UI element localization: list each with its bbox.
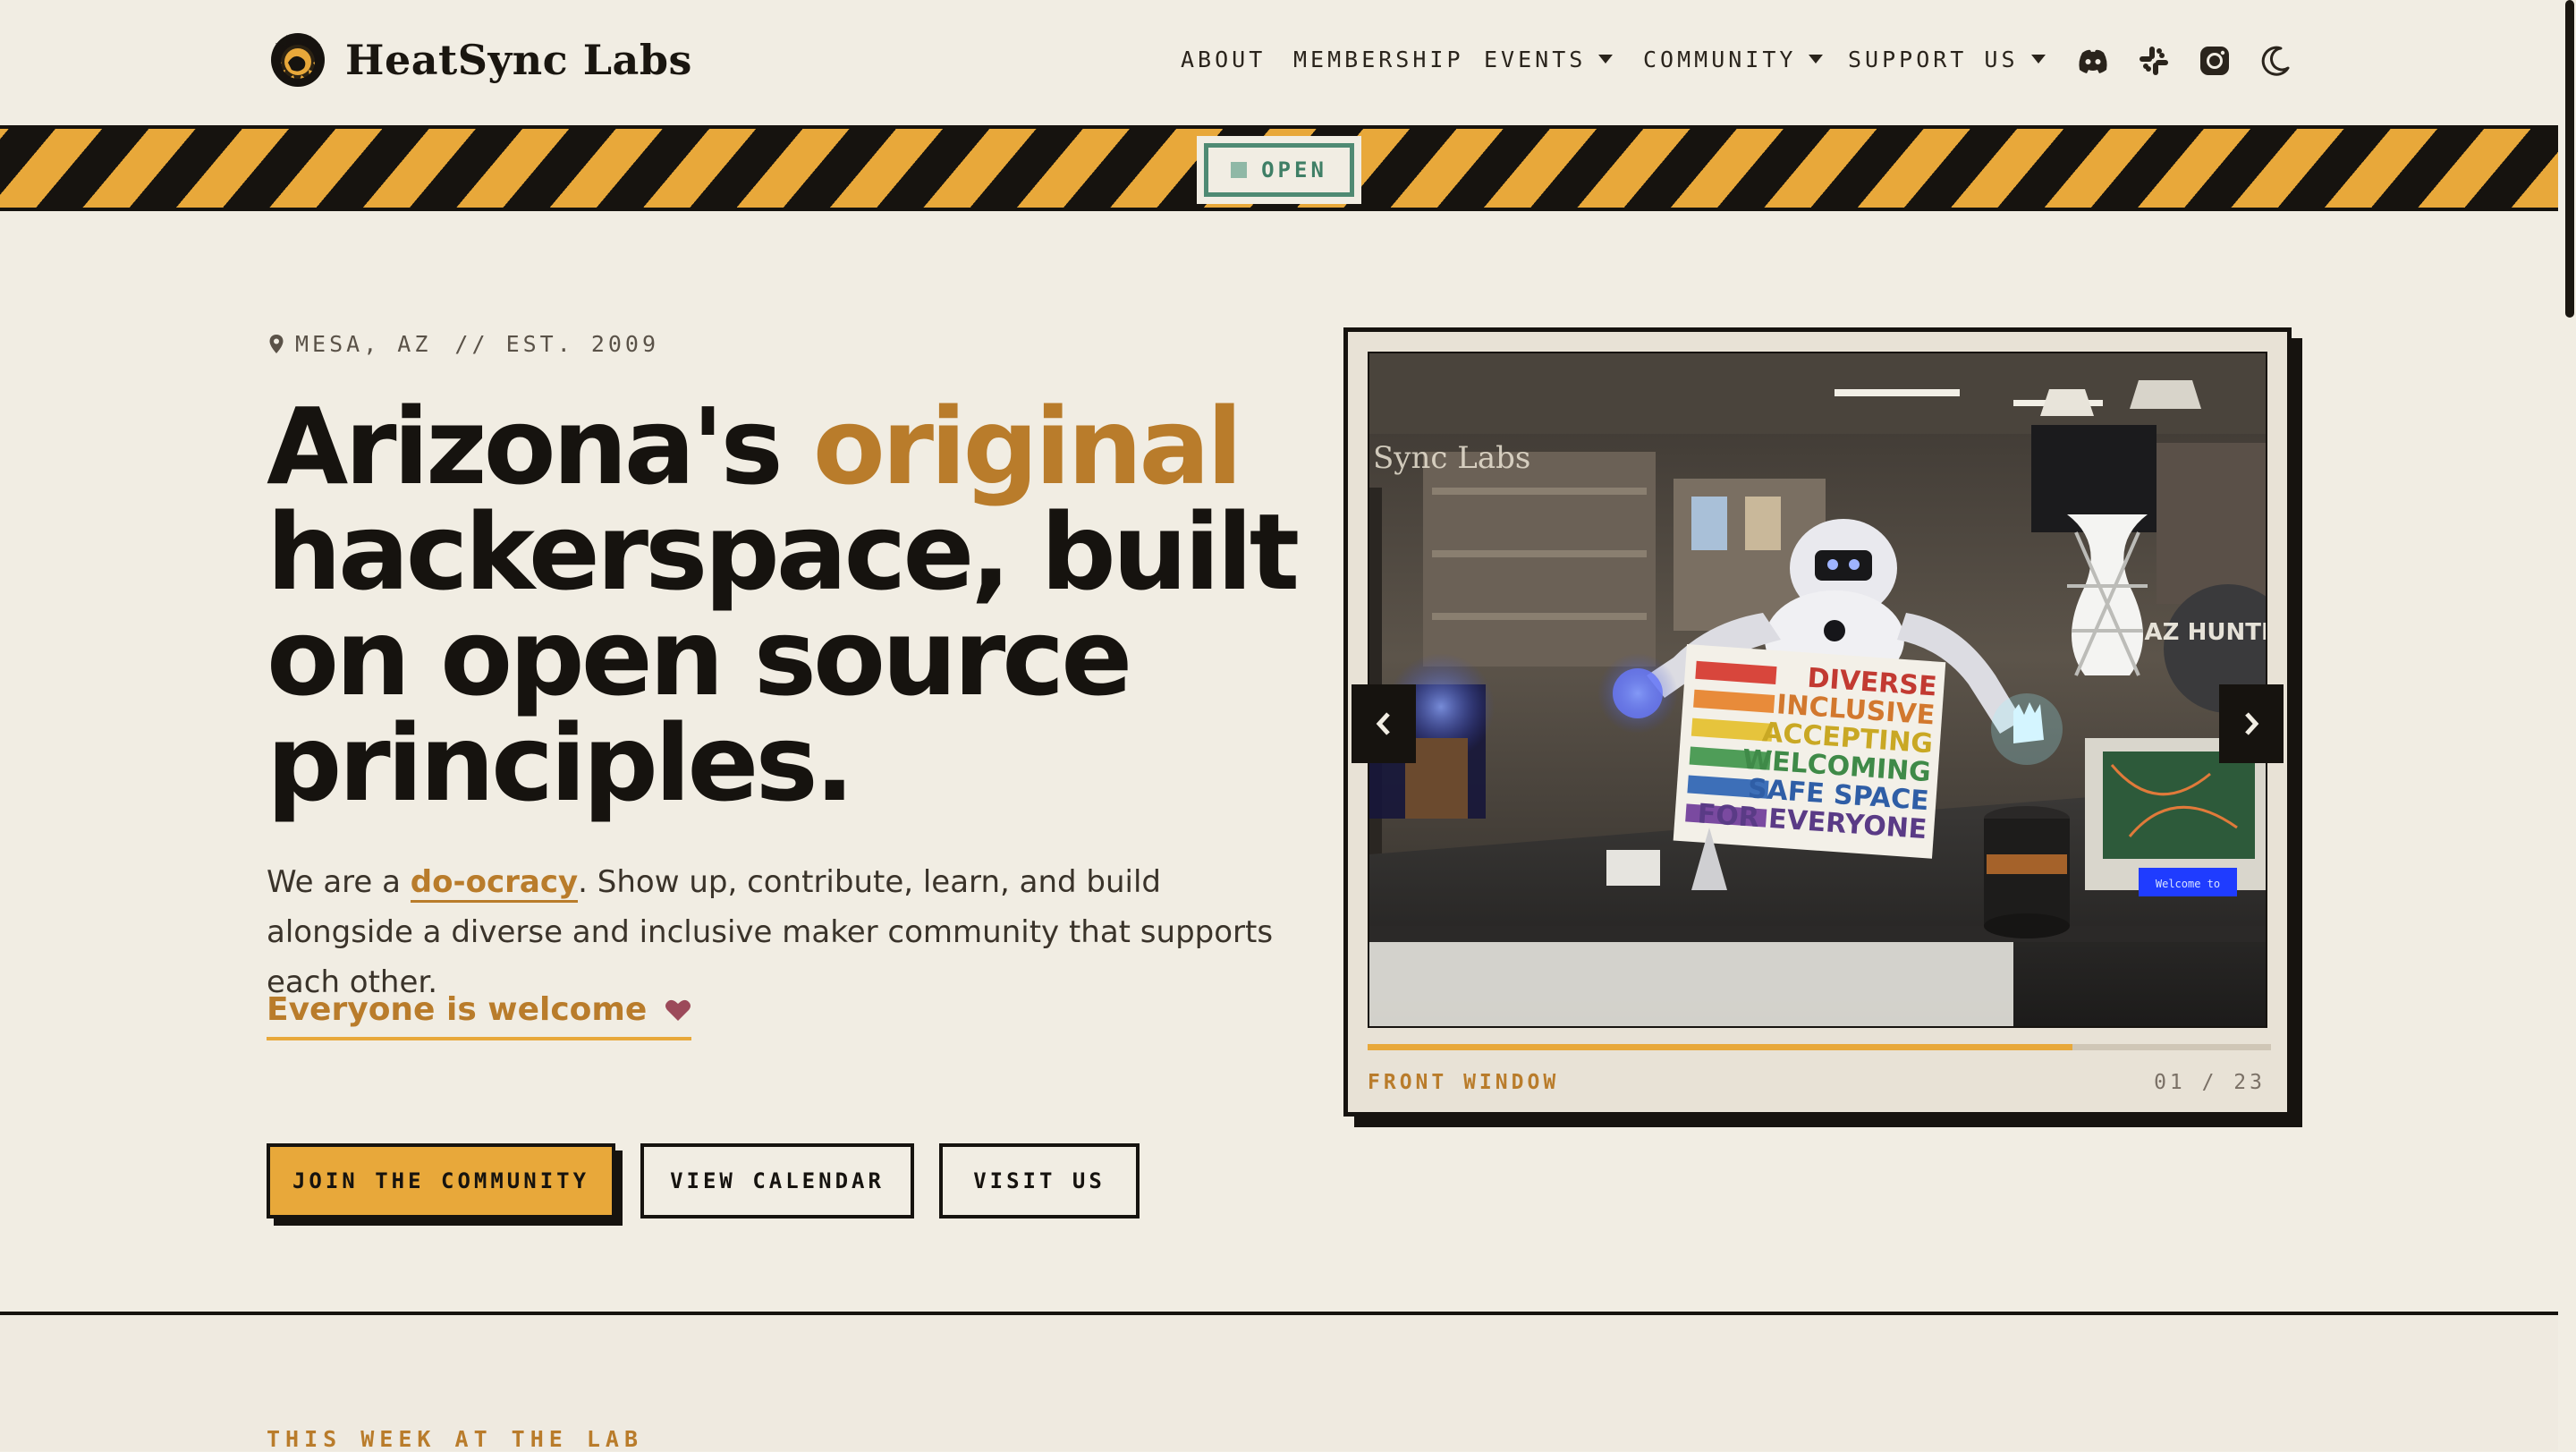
slack-icon[interactable]	[2136, 43, 2172, 79]
chevron-down-icon	[2030, 55, 2046, 64]
location-pin-icon	[269, 334, 284, 353]
open-status-label: OPEN	[1261, 157, 1327, 183]
nav-membership[interactable]: MEMBERSHIP	[1293, 47, 1464, 72]
scrollbar-thumb[interactable]	[2565, 0, 2574, 318]
nav-membership-label: MEMBERSHIP	[1293, 47, 1464, 72]
location-line: MESA, AZ // EST. 2009	[268, 331, 659, 357]
lcd-text: Welcome to	[2156, 878, 2220, 890]
nav-about-label: ABOUT	[1181, 47, 1267, 72]
heart-icon	[665, 999, 691, 1021]
carousel-caption: FRONT WINDOW	[1368, 1071, 1560, 1094]
nav-community[interactable]: COMMUNITY	[1643, 47, 1824, 72]
window-lettering: Sync Labs	[1373, 440, 1530, 476]
carousel-counter: 01 / 23	[2154, 1071, 2266, 1094]
scrollbar[interactable]	[2558, 0, 2576, 1451]
visit-us-button[interactable]: VISIT US	[939, 1143, 1140, 1218]
front-window-photo: Sync Labs DIVERSE INCLUSIVE ACCEPTING WE…	[1369, 353, 2267, 1026]
instagram-icon[interactable]	[2197, 43, 2233, 79]
visit-us-label: VISIT US	[973, 1168, 1106, 1193]
status-square-icon	[1231, 162, 1248, 178]
nav-events-label: EVENTS	[1484, 47, 1587, 72]
join-community-label: JOIN THE COMMUNITY	[292, 1168, 590, 1193]
chevron-left-icon	[1376, 712, 1390, 735]
everyone-welcome-link[interactable]: Everyone is welcome	[267, 991, 692, 1040]
nav-events[interactable]: EVENTS	[1484, 47, 1614, 72]
discord-icon[interactable]	[2075, 43, 2111, 79]
nav-support-us[interactable]: SUPPORT US	[1848, 47, 2046, 72]
site-header: HeatSync Labs ABOUT MEMBERSHIP EVENTS CO…	[0, 0, 2558, 125]
nav-community-label: COMMUNITY	[1643, 47, 1797, 72]
az-hunters-sign: AZ HUNTERS	[2145, 619, 2267, 646]
moon-icon[interactable]	[2258, 43, 2293, 79]
carousel-photo[interactable]: Sync Labs DIVERSE INCLUSIVE ACCEPTING WE…	[1368, 352, 2267, 1028]
nav-about[interactable]: ABOUT	[1181, 47, 1266, 72]
chevron-down-icon	[1809, 55, 1824, 64]
location-text: MESA, AZ	[295, 331, 432, 357]
lede-part-1: We are a	[267, 864, 411, 900]
do-ocracy-link[interactable]: do-ocracy	[410, 864, 579, 903]
established-text: // EST. 2009	[454, 331, 660, 357]
chevron-down-icon	[1598, 55, 1614, 64]
headline-part-2: hackerspace, built on open source princi…	[267, 490, 1300, 825]
chevron-right-icon	[2245, 712, 2259, 735]
photo-carousel: Sync Labs DIVERSE INCLUSIVE ACCEPTING WE…	[1343, 327, 2292, 1117]
view-calendar-label: VIEW CALENDAR	[670, 1168, 885, 1193]
join-community-button[interactable]: JOIN THE COMMUNITY	[267, 1143, 615, 1218]
carousel-next-button[interactable]	[2219, 684, 2284, 763]
hero-headline: Arizona's original hackerspace, built on…	[267, 394, 1322, 816]
carousel-prev-button[interactable]	[1352, 684, 1416, 763]
open-status-inner: OPEN	[1204, 143, 1354, 197]
heatsync-logo-icon[interactable]	[267, 29, 329, 91]
welcome-text: Everyone is welcome	[267, 991, 648, 1028]
nav-support-us-label: SUPPORT US	[1848, 47, 2019, 72]
brand-name[interactable]: HeatSync Labs	[345, 36, 692, 84]
view-calendar-button[interactable]: VIEW CALENDAR	[640, 1143, 914, 1218]
this-week-heading: THIS WEEK AT THE LAB	[267, 1426, 644, 1452]
carousel-progress-track	[1368, 1044, 2271, 1050]
open-status-badge: OPEN	[1197, 136, 1361, 204]
carousel-progress-fill	[1368, 1044, 2072, 1050]
hero-lede: We are a do-ocracy. Show up, contribute,…	[267, 857, 1277, 1007]
